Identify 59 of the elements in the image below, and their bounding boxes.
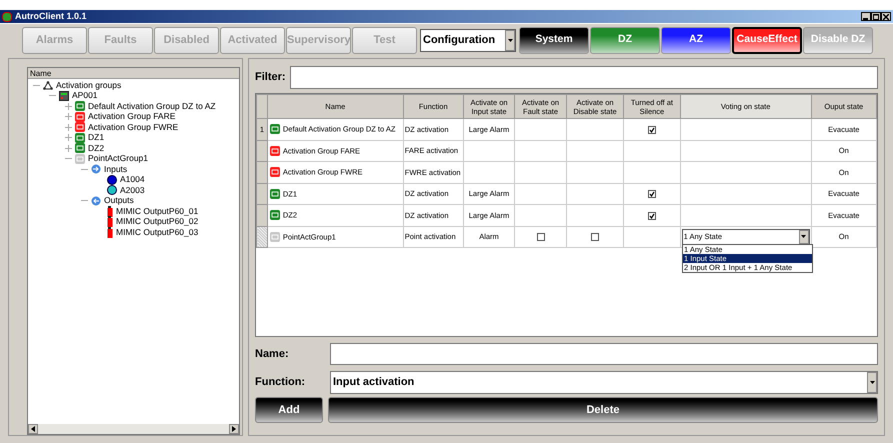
- expand-icon[interactable]: [64, 102, 72, 110]
- arrow-right-circle-icon: [91, 164, 101, 174]
- filter-label: Filter:: [255, 70, 286, 85]
- horizontal-scrollbar[interactable]: [28, 424, 239, 434]
- network-icon: [43, 80, 53, 90]
- tree-item[interactable]: MIMIC OutputP60_03: [116, 226, 198, 239]
- delete-button[interactable]: Delete: [328, 397, 878, 423]
- view-button[interactable]: System: [519, 26, 589, 54]
- minimize-button[interactable]: [861, 12, 871, 21]
- checkbox[interactable]: [648, 126, 656, 134]
- checkbox[interactable]: [648, 190, 656, 198]
- tree-item[interactable]: Activation Group FARE: [88, 110, 176, 124]
- row-header[interactable]: [256, 226, 268, 248]
- tree-item[interactable]: AP001: [72, 89, 98, 102]
- row-header[interactable]: [256, 162, 268, 183]
- tree-item[interactable]: Outputs: [104, 194, 134, 208]
- row-header[interactable]: [256, 140, 268, 162]
- minimize-icon: [863, 17, 869, 20]
- app-logo-icon: [2, 12, 12, 22]
- tree-item[interactable]: A2003: [120, 184, 145, 197]
- tree-item[interactable]: DZ2: [88, 142, 104, 155]
- checkbox[interactable]: [648, 212, 656, 220]
- expand-icon[interactable]: [64, 112, 72, 121]
- panel-icon: [59, 90, 69, 101]
- close-icon: [883, 14, 889, 20]
- filter-field[interactable]: [290, 66, 878, 88]
- row-header[interactable]: [256, 204, 268, 226]
- view-button[interactable]: CauseEffect: [732, 26, 802, 54]
- checkbox[interactable]: [591, 233, 600, 242]
- window-title: AutroClient 1.0.1: [15, 10, 87, 23]
- name-field[interactable]: [330, 343, 878, 365]
- expand-icon[interactable]: [64, 134, 72, 142]
- scroll-left-icon[interactable]: [28, 424, 38, 434]
- tree-item[interactable]: Activation groups: [56, 78, 122, 92]
- scroll-right-icon[interactable]: [229, 424, 239, 434]
- configuration-dropdown[interactable]: Configuration: [420, 28, 516, 52]
- expand-icon[interactable]: [64, 123, 72, 132]
- tree-item[interactable]: DZ1: [88, 131, 104, 144]
- close-button[interactable]: [881, 12, 891, 21]
- arrow-left-circle-icon: [91, 196, 101, 206]
- maximize-button[interactable]: [871, 12, 881, 21]
- tree-item[interactable]: Default Activation Group DZ to AZ: [88, 100, 216, 113]
- function-dropdown[interactable]: Input activation: [330, 370, 878, 394]
- checkbox[interactable]: [536, 233, 545, 242]
- add-button[interactable]: Add: [255, 397, 323, 423]
- tree-item[interactable]: MIMIC OutputP60_02: [116, 215, 198, 228]
- tree-item[interactable]: PointActGroup1: [88, 152, 148, 166]
- function-label: Function:: [255, 374, 306, 390]
- tree-item[interactable]: Inputs: [104, 162, 128, 176]
- expand-icon[interactable]: [64, 144, 72, 152]
- row-header[interactable]: [256, 183, 268, 204]
- tree-item[interactable]: MIMIC OutputP60_01: [116, 204, 198, 218]
- view-button[interactable]: AZ: [661, 26, 731, 54]
- name-label: Name:: [255, 346, 290, 362]
- tree-item[interactable]: A1004: [120, 173, 145, 186]
- tree-item[interactable]: Activation Group FWRE: [88, 120, 178, 134]
- maximize-icon: [873, 14, 879, 20]
- view-button[interactable]: DZ: [590, 26, 660, 54]
- column-header[interactable]: Name: [28, 68, 239, 79]
